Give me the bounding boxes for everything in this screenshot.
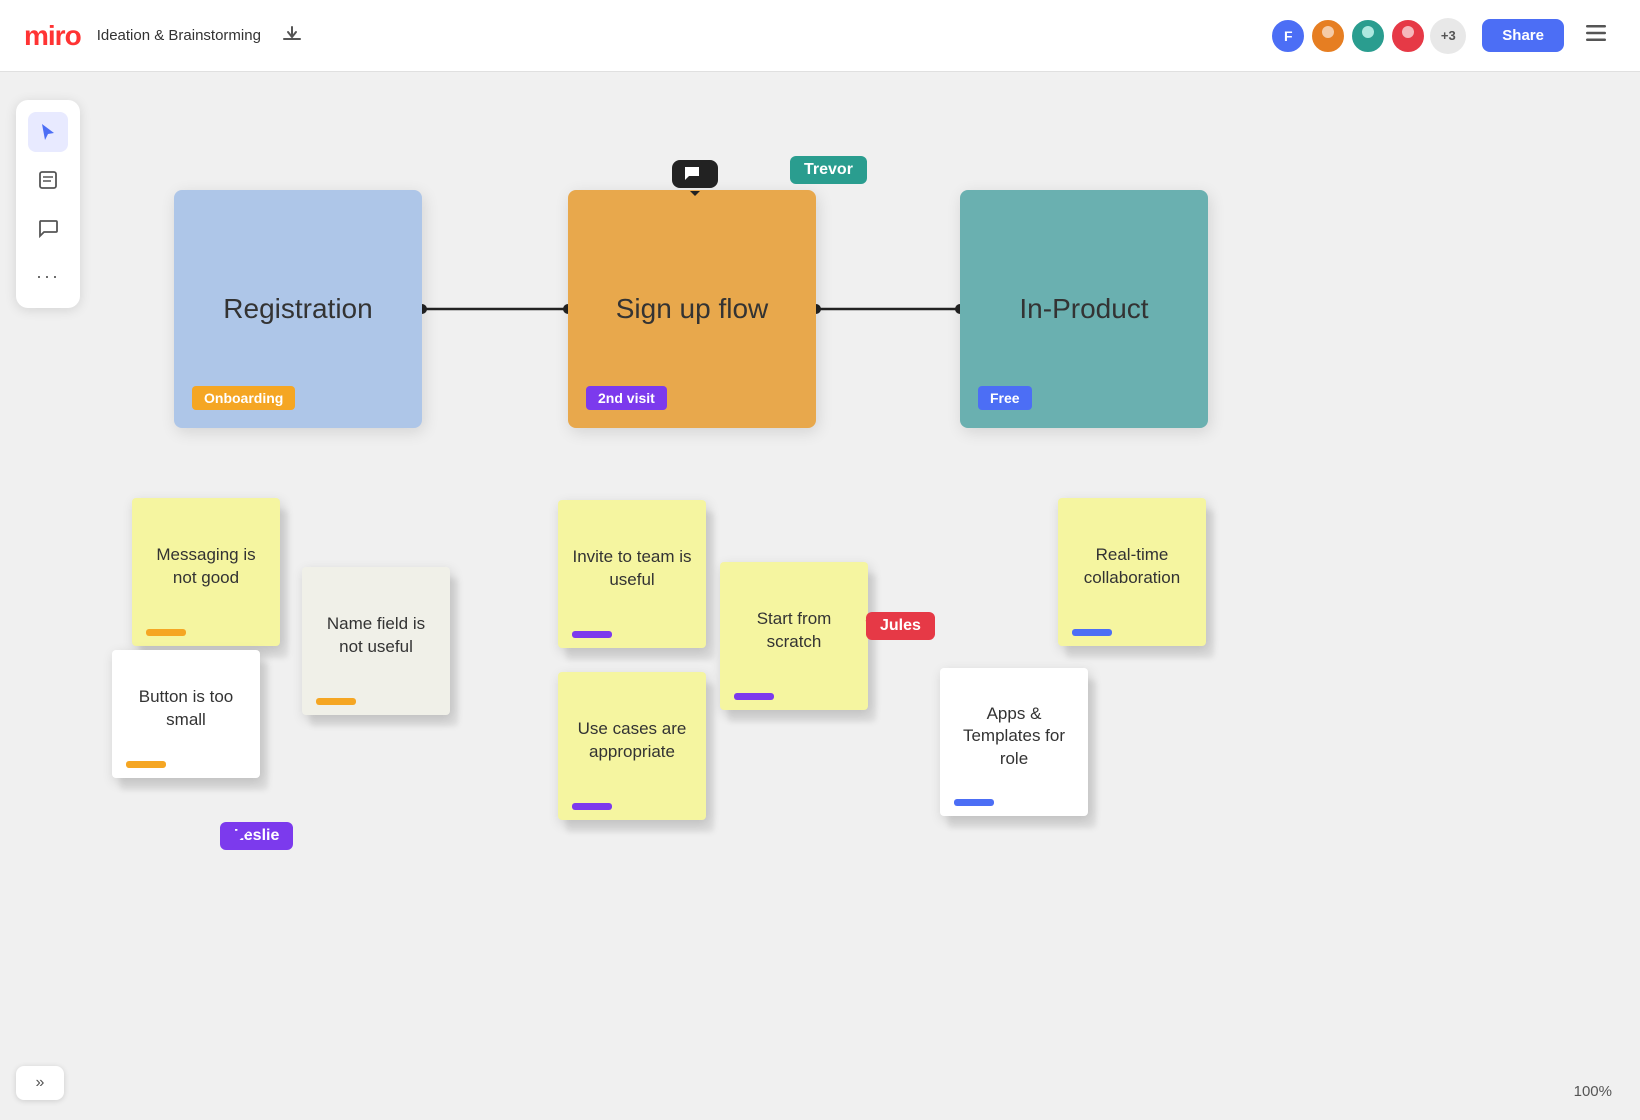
sticky-button-small-bar [126, 761, 166, 768]
sticky-invite[interactable]: Invite to team is useful [558, 500, 706, 648]
miro-logo: miro [24, 20, 81, 52]
avatar-1: F [1270, 18, 1306, 54]
sticky-tool[interactable] [28, 160, 68, 200]
sticky-namefield-text: Name field is not useful [316, 583, 436, 688]
board-title[interactable]: Ideation & Brainstorming [97, 27, 261, 44]
export-button[interactable] [273, 16, 311, 55]
topbar: miro Ideation & Brainstorming F +3 Share [0, 0, 1640, 72]
sticky-messaging-bar [146, 629, 186, 636]
chat-bubble[interactable] [672, 160, 718, 188]
cursor-jules: Jules [866, 612, 894, 640]
sidebar: ··· [16, 100, 80, 308]
inproduct-title: In-Product [1019, 293, 1148, 325]
avatar-4 [1390, 18, 1426, 54]
sticky-apps-bar [954, 799, 994, 806]
registration-tag: Onboarding [192, 386, 295, 410]
sticky-usecases-bar [572, 803, 612, 810]
collab-count[interactable]: +3 [1430, 18, 1466, 54]
cursor-trevor: Trevor [790, 156, 826, 184]
canvas[interactable]: Registration Onboarding Sign up flow 2nd… [0, 72, 1640, 1120]
sticky-scratch[interactable]: Start from scratch [720, 562, 868, 710]
sticky-namefield-bar [316, 698, 356, 705]
inproduct-tag: Free [978, 386, 1032, 410]
sticky-messaging[interactable]: Messaging is not good [132, 498, 280, 646]
zoom-indicator: 100% [1574, 1083, 1612, 1100]
more-tools[interactable]: ··· [28, 256, 68, 296]
sticky-button-small[interactable]: Button is too small [112, 650, 260, 778]
share-button[interactable]: Share [1482, 19, 1564, 52]
sticky-realtime[interactable]: Real-time collaboration [1058, 498, 1206, 646]
sticky-button-small-text: Button is too small [126, 666, 246, 751]
sticky-realtime-text: Real-time collaboration [1072, 514, 1192, 619]
sticky-usecases[interactable]: Use cases are appropriate [558, 672, 706, 820]
sticky-scratch-text: Start from scratch [734, 578, 854, 683]
signup-title: Sign up flow [616, 293, 769, 325]
cursor-leslie: Leslie [220, 822, 248, 850]
collaborators-list: F +3 [1270, 18, 1466, 54]
sticky-realtime-bar [1072, 629, 1112, 636]
sticky-scratch-bar [734, 693, 774, 700]
collapse-button[interactable]: » [16, 1066, 64, 1100]
signup-tag: 2nd visit [586, 386, 667, 410]
cursor-tool[interactable] [28, 112, 68, 152]
sticky-messaging-text: Messaging is not good [146, 514, 266, 619]
flow-card-inproduct[interactable]: In-Product Free [960, 190, 1208, 428]
flow-card-signup[interactable]: Sign up flow 2nd visit [568, 190, 816, 428]
avatar-2 [1310, 18, 1346, 54]
jules-label: Jules [880, 617, 921, 635]
registration-title: Registration [223, 293, 372, 325]
sticky-usecases-text: Use cases are appropriate [572, 688, 692, 793]
flow-card-registration[interactable]: Registration Onboarding [174, 190, 422, 428]
avatar-3 [1350, 18, 1386, 54]
sticky-invite-bar [572, 631, 612, 638]
sticky-invite-text: Invite to team is useful [572, 516, 692, 621]
comment-tool[interactable] [28, 208, 68, 248]
menu-button[interactable] [1576, 17, 1616, 55]
sticky-namefield[interactable]: Name field is not useful [302, 567, 450, 715]
sticky-apps-text: Apps & Templates for role [954, 684, 1074, 789]
sticky-apps[interactable]: Apps & Templates for role [940, 668, 1088, 816]
